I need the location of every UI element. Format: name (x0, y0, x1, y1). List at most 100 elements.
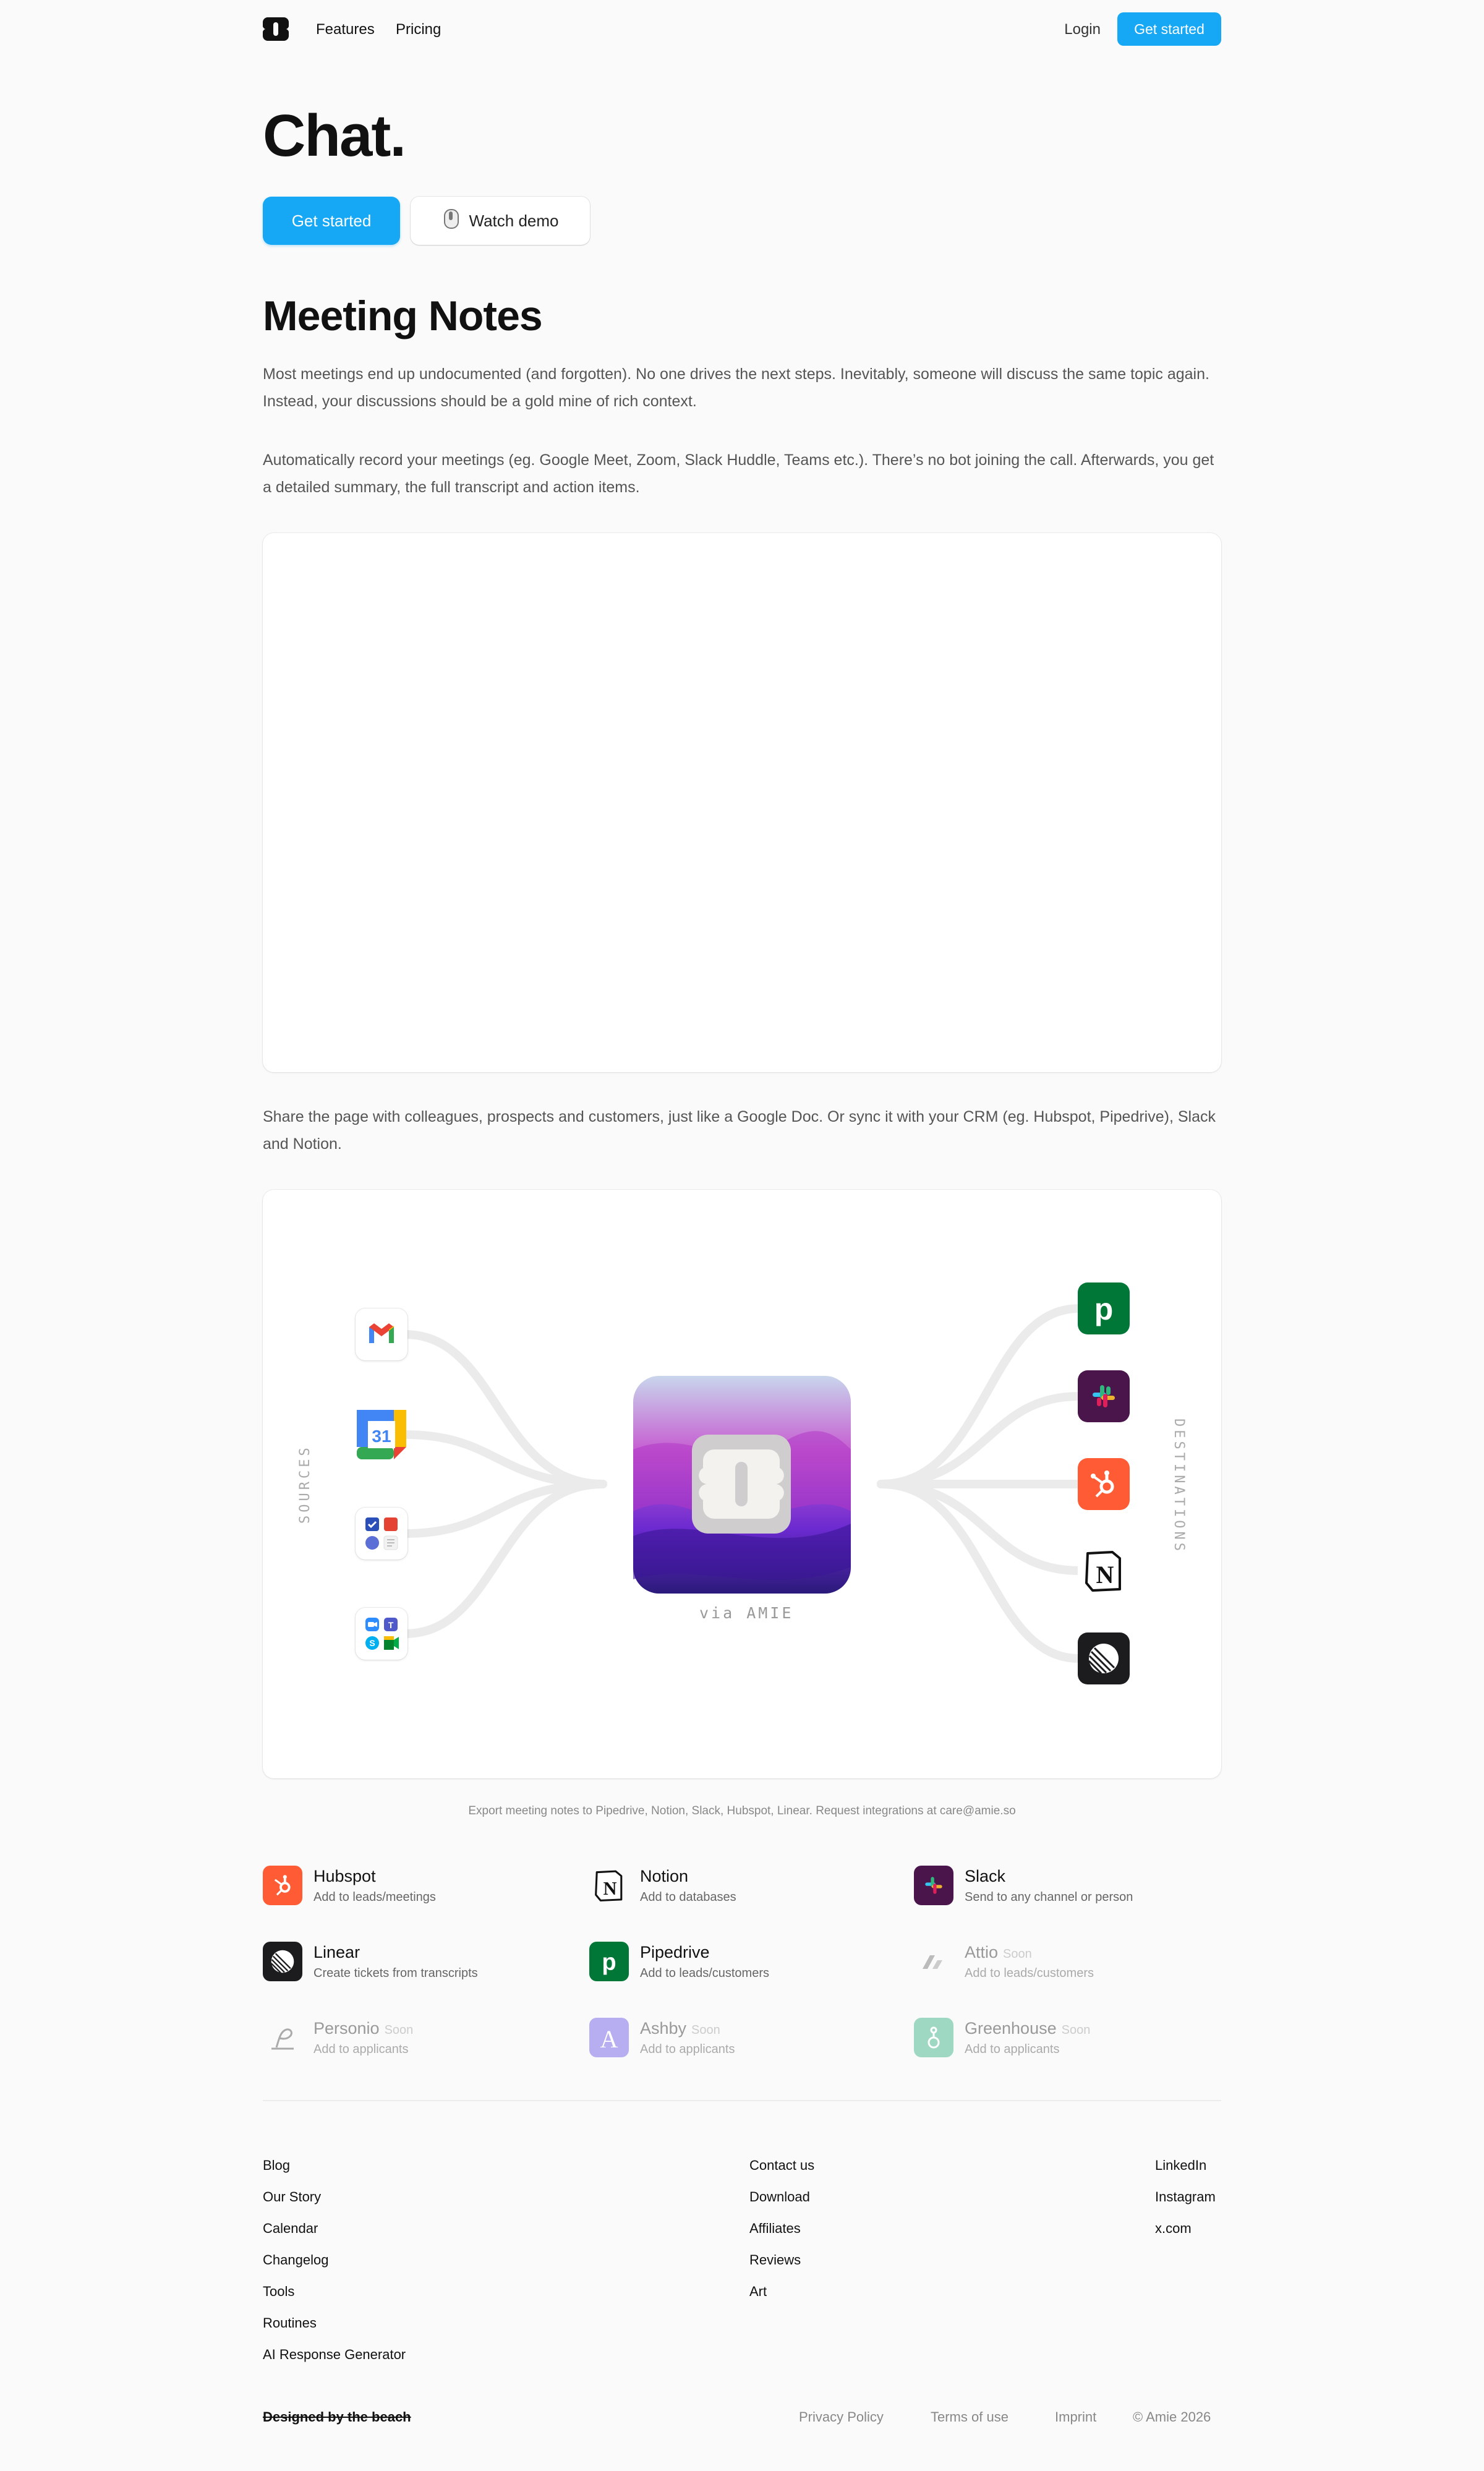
greenhouse-icon (914, 2018, 953, 2057)
footer-link-linkedin[interactable]: LinkedIn (1155, 2149, 1216, 2181)
slack-icon (914, 1866, 953, 1905)
footer-link-instagram[interactable]: Instagram (1155, 2181, 1216, 2213)
watch-demo-label: Watch demo (469, 211, 559, 230)
soon-tag: Soon (691, 2023, 720, 2037)
calendar-day: 31 (372, 1427, 391, 1446)
nav-login-link[interactable]: Login (1064, 21, 1101, 38)
integration-desc: Add to applicants (313, 2042, 409, 2056)
svg-text:T: T (388, 1620, 394, 1630)
hero-title: Chat. (263, 103, 406, 169)
svg-text:p: p (602, 1950, 616, 1976)
hubspot-icon (1078, 1458, 1130, 1510)
svg-text:N: N (603, 1878, 617, 1899)
integrations-caption: Export meeting notes to Pipedrive, Notio… (468, 1804, 1016, 1817)
pipedrive-icon: p (1078, 1282, 1130, 1334)
ashby-icon: A (589, 2018, 629, 2057)
integration-flow-card: via AMIE SOURCES DESTINATIONS 31 T S p N (263, 1190, 1221, 1778)
watch-demo-button[interactable]: Watch demo (411, 197, 590, 245)
share-paragraph: Share the page with colleagues, prospect… (263, 1108, 1216, 1153)
notion-icon: N (589, 1866, 629, 1905)
integration-greenhouse[interactable]: Greenhouse Soon Add to applicants (914, 2018, 1235, 2061)
task-apps-icon (356, 1508, 407, 1560)
footer-col-2: Contact us Download Affiliates Reviews A… (749, 2149, 814, 2307)
integration-name: Notion (640, 1867, 689, 1885)
hubspot-icon (263, 1866, 302, 1905)
integration-name: Hubspot (313, 1867, 376, 1885)
nav-get-started-button[interactable]: Get started (1117, 12, 1221, 46)
footer-link-our-story[interactable]: Our Story (263, 2181, 406, 2213)
footer-link-affiliates[interactable]: Affiliates (749, 2213, 814, 2244)
nav-features-link[interactable]: Features (316, 21, 375, 38)
nav-pricing-link[interactable]: Pricing (396, 21, 441, 38)
linear-icon (263, 1942, 302, 1981)
integration-attio[interactable]: Attio Soon Add to leads/customers (914, 1942, 1235, 1985)
footer-link-contact[interactable]: Contact us (749, 2149, 814, 2181)
amie-app-icon (633, 1376, 851, 1594)
footer-link-download[interactable]: Download (749, 2181, 814, 2213)
footer-link-ai-response-generator[interactable]: AI Response Generator (263, 2339, 406, 2370)
integration-name: Linear (313, 1943, 360, 1961)
integration-desc: Create tickets from transcripts (313, 1966, 478, 1980)
notion-icon: N (1078, 1545, 1130, 1597)
meeting-apps-icon: T S (356, 1608, 407, 1660)
integration-name: Greenhouse Soon (965, 2019, 1091, 2038)
top-nav: Features Pricing Login Get started (262, 12, 1221, 46)
footer-link-calendar[interactable]: Calendar (263, 2213, 406, 2244)
integration-desc: Add to databases (640, 1890, 736, 1904)
footer-link-x[interactable]: x.com (1155, 2213, 1216, 2244)
footer-link-changelog[interactable]: Changelog (263, 2244, 406, 2276)
integration-ashby[interactable]: A Ashby Soon Add to applicants (589, 2018, 911, 2061)
copyright-text: © Amie 2026 (1133, 2409, 1211, 2425)
pointer-hand-icon (442, 208, 461, 234)
terms-link[interactable]: Terms of use (931, 2409, 1009, 2425)
sources-label: SOURCES (297, 1445, 313, 1524)
footer-link-routines[interactable]: Routines (263, 2307, 406, 2339)
footer-link-blog[interactable]: Blog (263, 2149, 406, 2181)
integration-name: Attio Soon (965, 1943, 1032, 1961)
integration-name: Personio Soon (313, 2019, 414, 2038)
integration-desc: Add to leads/customers (640, 1966, 769, 1980)
svg-text:N: N (1096, 1561, 1114, 1589)
footer-col-1: Blog Our Story Calendar Changelog Tools … (263, 2149, 406, 2370)
integration-name: Slack (965, 1867, 1006, 1885)
personio-icon (263, 2018, 302, 2057)
integration-linear[interactable]: Linear Create tickets from transcripts (263, 1942, 584, 1985)
svg-text:p: p (1094, 1292, 1114, 1326)
footer-col-3: LinkedIn Instagram x.com (1155, 2149, 1216, 2244)
intro-paragraph: Most meetings end up undocumented (and f… (263, 365, 1209, 410)
record-paragraph: Automatically record your meetings (eg. … (263, 451, 1214, 496)
attio-icon (914, 1942, 953, 1981)
integration-notion[interactable]: N Notion Add to databases (589, 1866, 911, 1909)
integration-personio[interactable]: Personio Soon Add to applicants (263, 2018, 584, 2061)
get-started-button[interactable]: Get started (263, 197, 400, 245)
soon-tag: Soon (384, 2023, 414, 2037)
linear-icon (1078, 1632, 1130, 1684)
integration-desc: Send to any channel or person (965, 1890, 1133, 1904)
footer-link-art[interactable]: Art (749, 2276, 814, 2307)
integration-desc: Add to applicants (965, 2042, 1060, 2056)
destinations-label: DESTINATIONS (1171, 1419, 1187, 1554)
amie-logo-icon[interactable] (262, 16, 289, 42)
soon-tag: Soon (1003, 1947, 1032, 1961)
integration-hubspot[interactable]: Hubspot Add to leads/meetings (263, 1866, 584, 1909)
footer-link-tools[interactable]: Tools (263, 2276, 406, 2307)
demo-video-card[interactable] (263, 533, 1221, 1072)
footer-divider (263, 2100, 1221, 2101)
section-title: Meeting Notes (263, 292, 543, 339)
integration-slack[interactable]: Slack Send to any channel or person (914, 1866, 1235, 1909)
slack-icon (1078, 1370, 1130, 1422)
pipedrive-icon: p (589, 1942, 629, 1981)
integration-desc: Add to applicants (640, 2042, 735, 2056)
imprint-link[interactable]: Imprint (1055, 2409, 1096, 2425)
footer-link-reviews[interactable]: Reviews (749, 2244, 814, 2276)
designed-by-text: Designed by the beach (263, 2409, 411, 2425)
gmail-icon (356, 1308, 407, 1360)
integration-desc: Add to leads/meetings (313, 1890, 436, 1904)
svg-text:A: A (600, 2025, 618, 2053)
privacy-policy-link[interactable]: Privacy Policy (799, 2409, 884, 2425)
svg-text:S: S (369, 1638, 375, 1648)
integration-pipedrive[interactable]: p Pipedrive Add to leads/customers (589, 1942, 911, 1985)
integration-desc: Add to leads/customers (965, 1966, 1094, 1980)
via-amie-label: via AMIE (699, 1604, 794, 1622)
integration-name: Pipedrive (640, 1943, 710, 1961)
